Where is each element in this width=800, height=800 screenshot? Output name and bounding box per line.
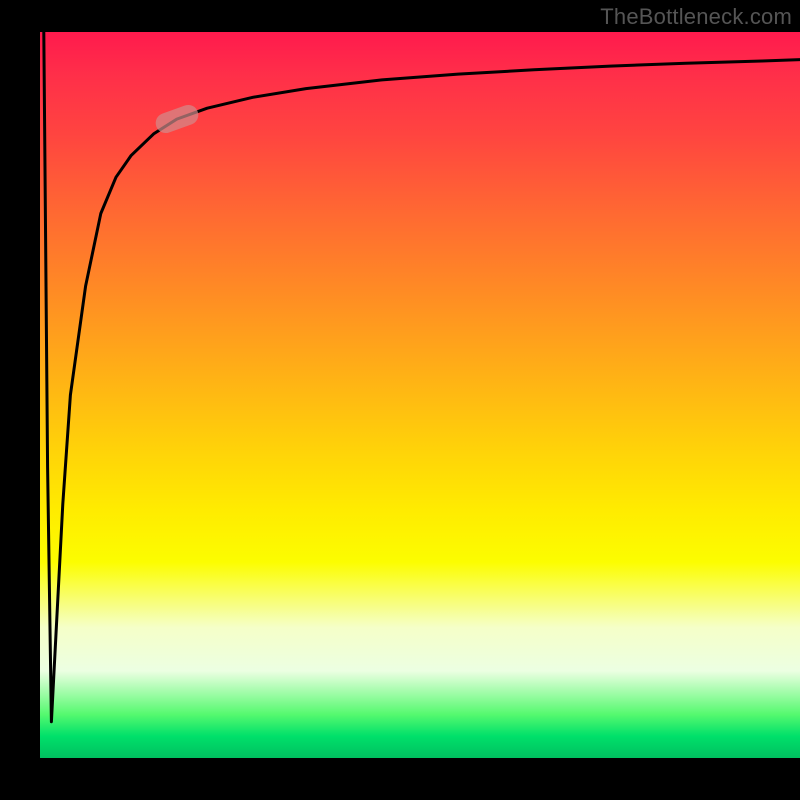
curve-svg bbox=[40, 32, 800, 758]
chart-root: TheBottleneck.com bbox=[0, 0, 800, 800]
watermark-text: TheBottleneck.com bbox=[600, 4, 792, 30]
frame-left bbox=[0, 0, 40, 800]
bottleneck-curve bbox=[44, 32, 800, 722]
plot-area bbox=[40, 32, 800, 758]
frame-bottom bbox=[0, 758, 800, 800]
